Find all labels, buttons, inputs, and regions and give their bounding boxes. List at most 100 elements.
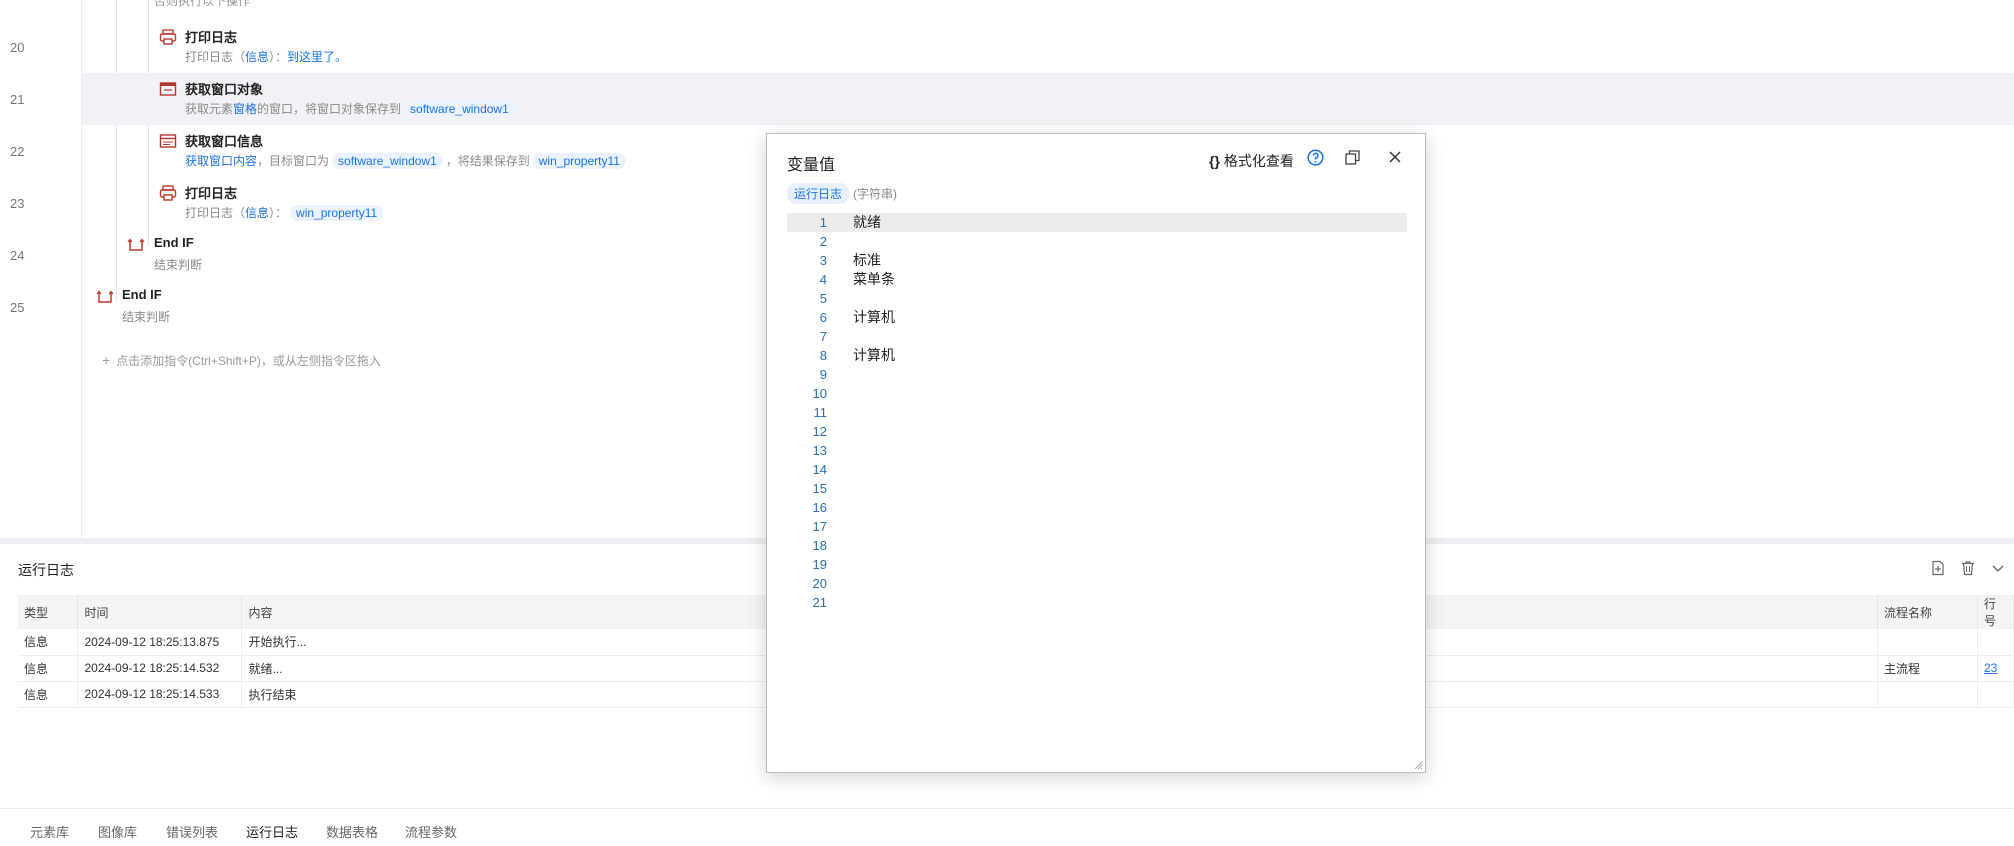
copy-icon[interactable] (1345, 150, 1360, 165)
add-command-hint[interactable]: + 点击添加指令(Ctrl+Shift+P)，或从左侧指令区拖入 (102, 352, 381, 369)
code-line-number: 5 (819, 291, 827, 306)
help-icon[interactable] (1307, 149, 1324, 166)
step-title: 打印日志 (185, 30, 238, 45)
code-line: 13 (787, 441, 1407, 460)
code-line-number: 3 (819, 253, 827, 268)
export-icon[interactable] (1930, 560, 1946, 576)
code-line-number: 13 (812, 443, 827, 458)
cell-type: 信息 (18, 655, 79, 682)
cell-line (1977, 681, 2014, 708)
resize-handle-icon[interactable] (1413, 760, 1423, 770)
line-number: 22 (10, 144, 25, 159)
column-header[interactable]: 行号 (1977, 595, 2014, 629)
step-title: 打印日志 (185, 186, 238, 201)
code-line: 18 (787, 536, 1407, 555)
code-line: 4 菜单条 (787, 270, 1407, 289)
step-desc: 结束判断 (154, 256, 202, 273)
code-line-number: 9 (819, 367, 827, 382)
end-if-icon (96, 289, 114, 305)
plus-icon: + (102, 352, 111, 368)
desc-text: 结束判断 (154, 258, 203, 272)
line-number: 20 (10, 40, 25, 55)
code-line-number: 16 (812, 500, 827, 515)
line-number: 21 (10, 92, 25, 107)
window-info-icon (159, 133, 177, 149)
step-print-log[interactable]: 打印日志 打印日志（信息）：到这里了。 (82, 21, 2014, 73)
format-view-button[interactable]: {} 格式化查看 (1209, 151, 1294, 171)
code-line: 2 (787, 232, 1407, 251)
desc-text: ）： (269, 50, 288, 64)
cell-time: 2024-09-12 18:25:14.532 (77, 655, 243, 682)
code-line: 11 (787, 403, 1407, 422)
cell-flow (1877, 681, 1978, 708)
variable-tag[interactable]: software_window1 (332, 153, 443, 169)
variable-tag[interactable]: win_property11 (532, 153, 626, 169)
code-line: 8 计算机 (787, 346, 1407, 365)
code-line: 7 (787, 327, 1407, 346)
line-gutter: 20 21 22 23 24 25 (0, 0, 82, 538)
step-get-window-object[interactable]: 获取窗口对象 获取元素窗格的窗口，将窗口对象保存到 software_window… (82, 73, 2014, 125)
chevron-down-icon[interactable] (1990, 560, 2006, 576)
format-view-label: 格式化查看 (1223, 153, 1294, 169)
cell-line-link[interactable]: 23 (1977, 655, 2014, 682)
add-command-text: 点击添加指令(Ctrl+Shift+P)，或从左侧指令区拖入 (116, 354, 381, 368)
end-if-icon (127, 237, 145, 253)
code-line: 10 (787, 384, 1407, 403)
close-icon[interactable] (1387, 149, 1403, 165)
desc-text: 结束判断 (122, 310, 171, 324)
cell-type: 信息 (18, 629, 79, 656)
printer-icon (159, 29, 177, 45)
desc-text: 打印日志（ (185, 206, 246, 220)
variable-name-chip: 运行日志 (787, 183, 850, 204)
code-line: 20 (787, 574, 1407, 593)
line-number: 25 (10, 300, 25, 315)
param-link[interactable]: 信息 (245, 206, 269, 220)
cell-flow: 主流程 (1877, 655, 1978, 682)
tab-error-list[interactable]: 错误列表 (166, 822, 218, 841)
column-header[interactable]: 类型 (18, 595, 79, 629)
trash-icon[interactable] (1960, 560, 1976, 576)
code-line-text: 计算机 (853, 347, 895, 363)
code-line: 3 标准 (787, 251, 1407, 270)
code-line-text: 计算机 (853, 309, 895, 325)
step-desc: 打印日志（信息）：到这里了。 (185, 48, 347, 65)
step-title: 获取窗口信息 (185, 134, 264, 149)
code-line-text: 就绪 (853, 214, 881, 230)
value-code-view[interactable]: 1 就绪 2 3 标准 4 菜单条 5 6 计算机 7 8 计算机 9 10 11 12 13 14 15 16 17 18… (787, 213, 1407, 612)
variable-tag[interactable]: win_property11 (290, 205, 384, 221)
tab-data-table[interactable]: 数据表格 (326, 822, 378, 841)
cell-line (1977, 629, 2014, 656)
code-line: 1 就绪 (787, 213, 1407, 232)
param-link[interactable]: 获取窗口内容 (185, 154, 257, 168)
column-header[interactable]: 流程名称 (1877, 595, 1978, 629)
variable-tag[interactable]: software_window1 (404, 101, 515, 117)
column-header[interactable]: 时间 (77, 595, 243, 629)
desc-text: ）： (269, 206, 288, 220)
param-link[interactable]: 信息 (245, 50, 269, 64)
bottom-tab-bar: 元素库 图像库 错误列表 运行日志 数据表格 流程参数 (0, 808, 2014, 846)
printer-icon (159, 185, 177, 201)
desc-text: ，将结果保存到 (445, 154, 530, 168)
braces-icon: {} (1209, 153, 1220, 169)
truncated-step-desc: 否则执行以下操作 (154, 0, 251, 8)
app-window: 20 21 22 23 24 25 否则执行以下操作 打印日志 打印日志（信息）… (0, 0, 2014, 846)
code-line: 16 (787, 498, 1407, 517)
tab-run-log[interactable]: 运行日志 (246, 822, 298, 841)
code-line-number: 11 (813, 405, 828, 420)
code-line-number: 20 (812, 576, 827, 591)
code-line-number: 19 (812, 557, 827, 572)
code-line-number: 7 (819, 329, 827, 344)
desc-text: 的窗口，将窗口对象保存到 (257, 102, 402, 116)
desc-text: 获取元素 (185, 102, 234, 116)
cell-type: 信息 (18, 681, 79, 708)
code-line-number: 10 (812, 386, 827, 401)
code-line-number: 21 (812, 595, 827, 610)
code-line-number: 2 (819, 234, 827, 249)
tab-flow-params[interactable]: 流程参数 (405, 822, 457, 841)
tab-image-library[interactable]: 图像库 (98, 822, 137, 841)
param-link[interactable]: 窗格 (233, 102, 257, 116)
desc-text: ，目标窗口为 (257, 154, 330, 168)
param-link[interactable]: 到这里了。 (287, 50, 347, 64)
cell-time: 2024-09-12 18:25:13.875 (77, 629, 243, 656)
tab-element-library[interactable]: 元素库 (30, 822, 69, 841)
